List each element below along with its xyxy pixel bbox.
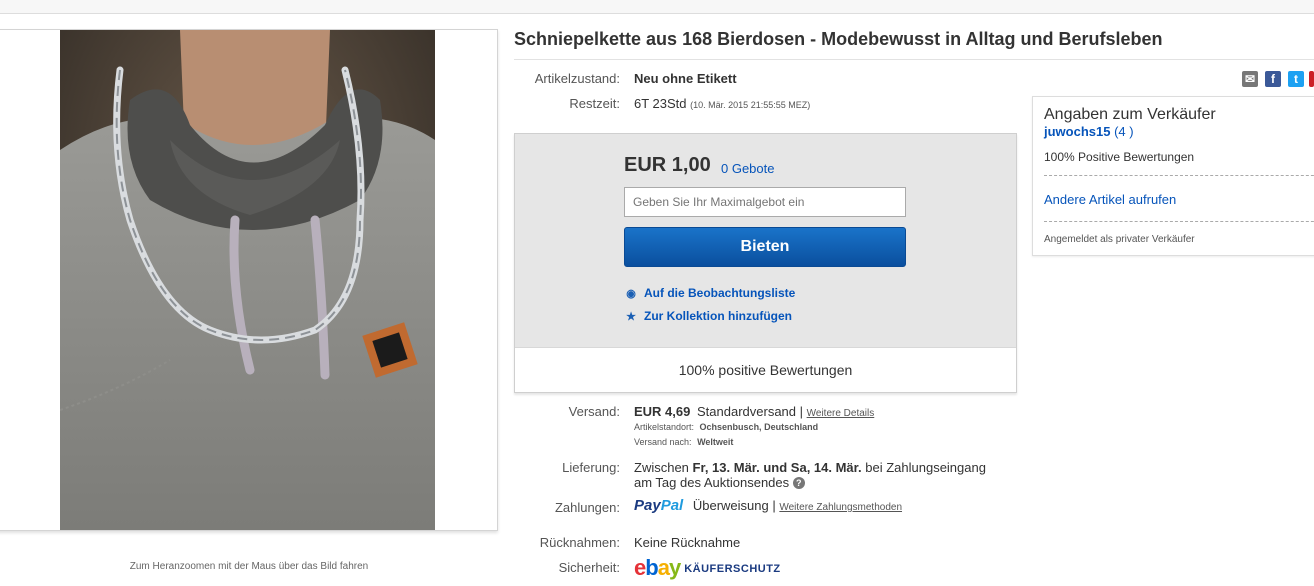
item-title: Schniepelkette aus 168 Bierdosen - Modeb…	[514, 29, 1163, 49]
max-bid-input[interactable]	[624, 187, 906, 217]
pinterest-icon[interactable]	[1309, 71, 1314, 87]
current-price: EUR 1,00	[624, 154, 711, 176]
seller-heading: Angaben zum Verkäufer	[1044, 106, 1216, 123]
bid-button[interactable]: Bieten	[624, 227, 906, 267]
more-payment-link[interactable]: Weitere Zahlungsmethoden	[779, 502, 902, 513]
security-label: Sicherheit:	[558, 560, 620, 575]
top-bar	[0, 0, 1314, 14]
delivery-prefix: Zwischen	[634, 460, 689, 475]
ships-to-label: Versand nach:	[634, 437, 692, 447]
divider	[1044, 221, 1314, 222]
collection-label: Zur Kollektion hinzufügen	[644, 309, 792, 323]
buyer-protection: ebay KÄUFERSCHUTZ	[634, 555, 781, 581]
shipping-details-link[interactable]: Weitere Details	[807, 408, 875, 419]
bank-transfer: Überweisung |	[692, 498, 776, 513]
time-left-value: 6T 23Std (10. Mär. 2015 21:55:55 MEZ)	[634, 96, 810, 111]
star-icon: ★	[626, 311, 636, 323]
shipping-label: Versand:	[568, 404, 620, 419]
payment-methods: PayPal Überweisung | Weitere Zahlungsmet…	[634, 497, 902, 514]
delivery-suffix: bei Zahlungseingang	[865, 460, 986, 475]
seller-name: juwochs15	[1044, 124, 1111, 139]
delivery-line-2: am Tag des Auktionsendes ?	[634, 475, 805, 490]
shipping-value: EUR 4,69 Standardversand | Weitere Detai…	[634, 404, 874, 419]
ebay-logo: ebay	[634, 555, 681, 580]
delivery-line-2-text: am Tag des Auktionsendes	[634, 475, 790, 490]
collection-link[interactable]: ★ Zur Kollektion hinzufügen	[624, 309, 792, 323]
bid-box: EUR 1,00 0 Gebote Bieten ◉ Auf die Beobac…	[514, 133, 1017, 393]
item-location: Artikelstandort: Ochsenbusch, Deutschlan…	[634, 422, 818, 432]
twitter-icon[interactable]: t	[1288, 71, 1304, 87]
condition-label: Artikelzustand:	[534, 71, 620, 86]
ships-to: Versand nach: Weltweit	[634, 437, 733, 447]
delivery-line-1: Zwischen Fr, 13. Mär. und Sa, 14. Mär. b…	[634, 460, 986, 475]
seller-info-box: Angaben zum Verkäufer juwochs15 (4 ) 100…	[1032, 96, 1314, 256]
other-items-link[interactable]: Andere Artikel aufrufen	[1044, 192, 1176, 207]
product-photo[interactable]	[60, 30, 435, 530]
seller-name-link[interactable]: juwochs15 (4 )	[1044, 124, 1134, 139]
product-photo-drawing	[60, 30, 435, 530]
bid-count-link[interactable]: 0 Gebote	[721, 161, 775, 176]
eye-icon: ◉	[626, 288, 636, 300]
time-left-label: Restzeit:	[569, 96, 620, 111]
item-location-value: Ochsenbusch, Deutschland	[699, 422, 819, 432]
delivery-dates: Fr, 13. Mär. und Sa, 14. Mär.	[692, 460, 862, 475]
mail-icon[interactable]: ✉	[1242, 71, 1258, 87]
auction-end-date: (10. Mär. 2015 21:55:55 MEZ)	[690, 100, 811, 110]
shipping-method: Standardversand |	[697, 404, 803, 419]
divider	[1044, 175, 1314, 176]
watchlist-label: Auf die Beobachtungsliste	[644, 286, 796, 300]
returns-label: Rücknahmen:	[539, 535, 620, 550]
condition-text: Neu ohne Etikett	[634, 71, 737, 86]
facebook-icon[interactable]: f	[1265, 71, 1281, 87]
positive-feedback: 100% positive Bewertungen	[515, 347, 1016, 392]
time-left-text: 6T 23Std	[634, 96, 687, 111]
payment-label: Zahlungen:	[554, 500, 620, 515]
ships-to-value: Weltweit	[697, 437, 734, 447]
title-divider	[514, 59, 1314, 60]
item-location-label: Artikelstandort:	[634, 422, 695, 432]
seller-feedback: 100% Positive Bewertungen	[1044, 150, 1195, 164]
help-icon[interactable]: ?	[792, 477, 805, 489]
returns-value: Keine Rücknahme	[634, 535, 741, 550]
paypal-logo: PayPal	[634, 497, 684, 514]
zoom-hint: Zum Heranzoomen mit der Maus über das Bi…	[129, 561, 369, 572]
shipping-price: EUR 4,69	[634, 404, 691, 419]
delivery-label: Lieferung:	[562, 460, 620, 475]
condition-value: Neu ohne Etikett	[634, 71, 737, 86]
seller-rating[interactable]: (4 )	[1114, 124, 1134, 139]
buyer-protection-label: KÄUFERSCHUTZ	[684, 563, 781, 575]
private-seller-note: Angemeldet als privater Verkäufer	[1044, 234, 1195, 245]
watchlist-link[interactable]: ◉ Auf die Beobachtungsliste	[624, 286, 795, 300]
